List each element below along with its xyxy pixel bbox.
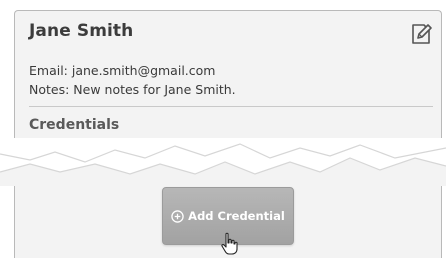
edit-contact-button[interactable] [409,22,433,46]
torn-edge-divider [0,138,446,186]
contact-detail-view: Jane Smith Email: jane.smith@gmail.com N… [0,0,446,258]
contact-name: Jane Smith [29,21,134,41]
contact-email: Email: jane.smith@gmail.com [29,63,216,78]
plus-circle-icon [171,209,184,223]
contact-notes: Notes: New notes for Jane Smith. [29,82,236,97]
hand-pointer-icon [221,232,238,255]
edit-note-icon [412,24,432,44]
section-divider [29,106,433,107]
add-credential-label: Add Credential [188,209,285,223]
